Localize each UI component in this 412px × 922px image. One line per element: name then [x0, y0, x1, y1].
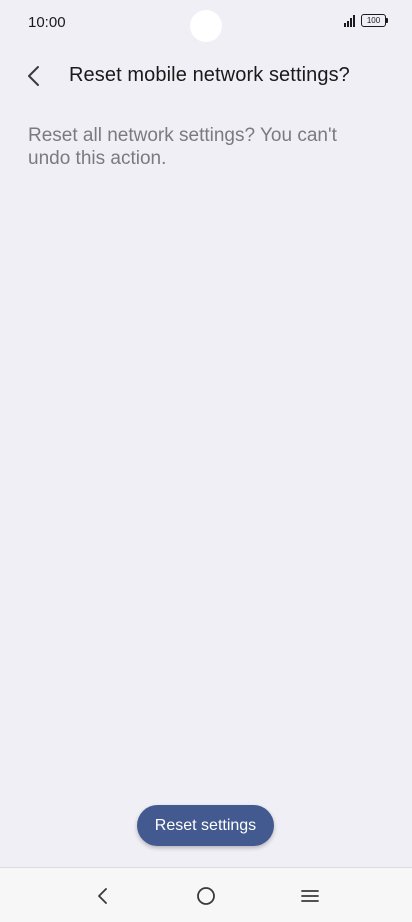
status-bar: 10:00 100	[0, 0, 412, 44]
home-icon	[197, 887, 215, 905]
nav-home-button[interactable]	[186, 876, 226, 916]
reset-settings-button[interactable]: Reset settings	[137, 805, 274, 846]
signal-icon	[344, 14, 355, 27]
back-button[interactable]	[16, 58, 52, 94]
description-text: Reset all network settings? You can't un…	[28, 125, 337, 169]
header: Reset mobile network settings?	[0, 52, 412, 100]
page-title: Reset mobile network settings?	[69, 64, 350, 86]
nav-back-button[interactable]	[83, 876, 123, 916]
camera-cutout	[190, 10, 222, 42]
chevron-left-icon	[28, 66, 39, 86]
navigation-bar	[0, 867, 412, 922]
status-time: 10:00	[28, 14, 66, 31]
battery-icon: 100	[361, 14, 388, 27]
status-icons: 100	[344, 14, 388, 27]
back-icon	[98, 888, 107, 904]
recents-icon	[301, 890, 319, 902]
nav-recents-button[interactable]	[290, 876, 330, 916]
